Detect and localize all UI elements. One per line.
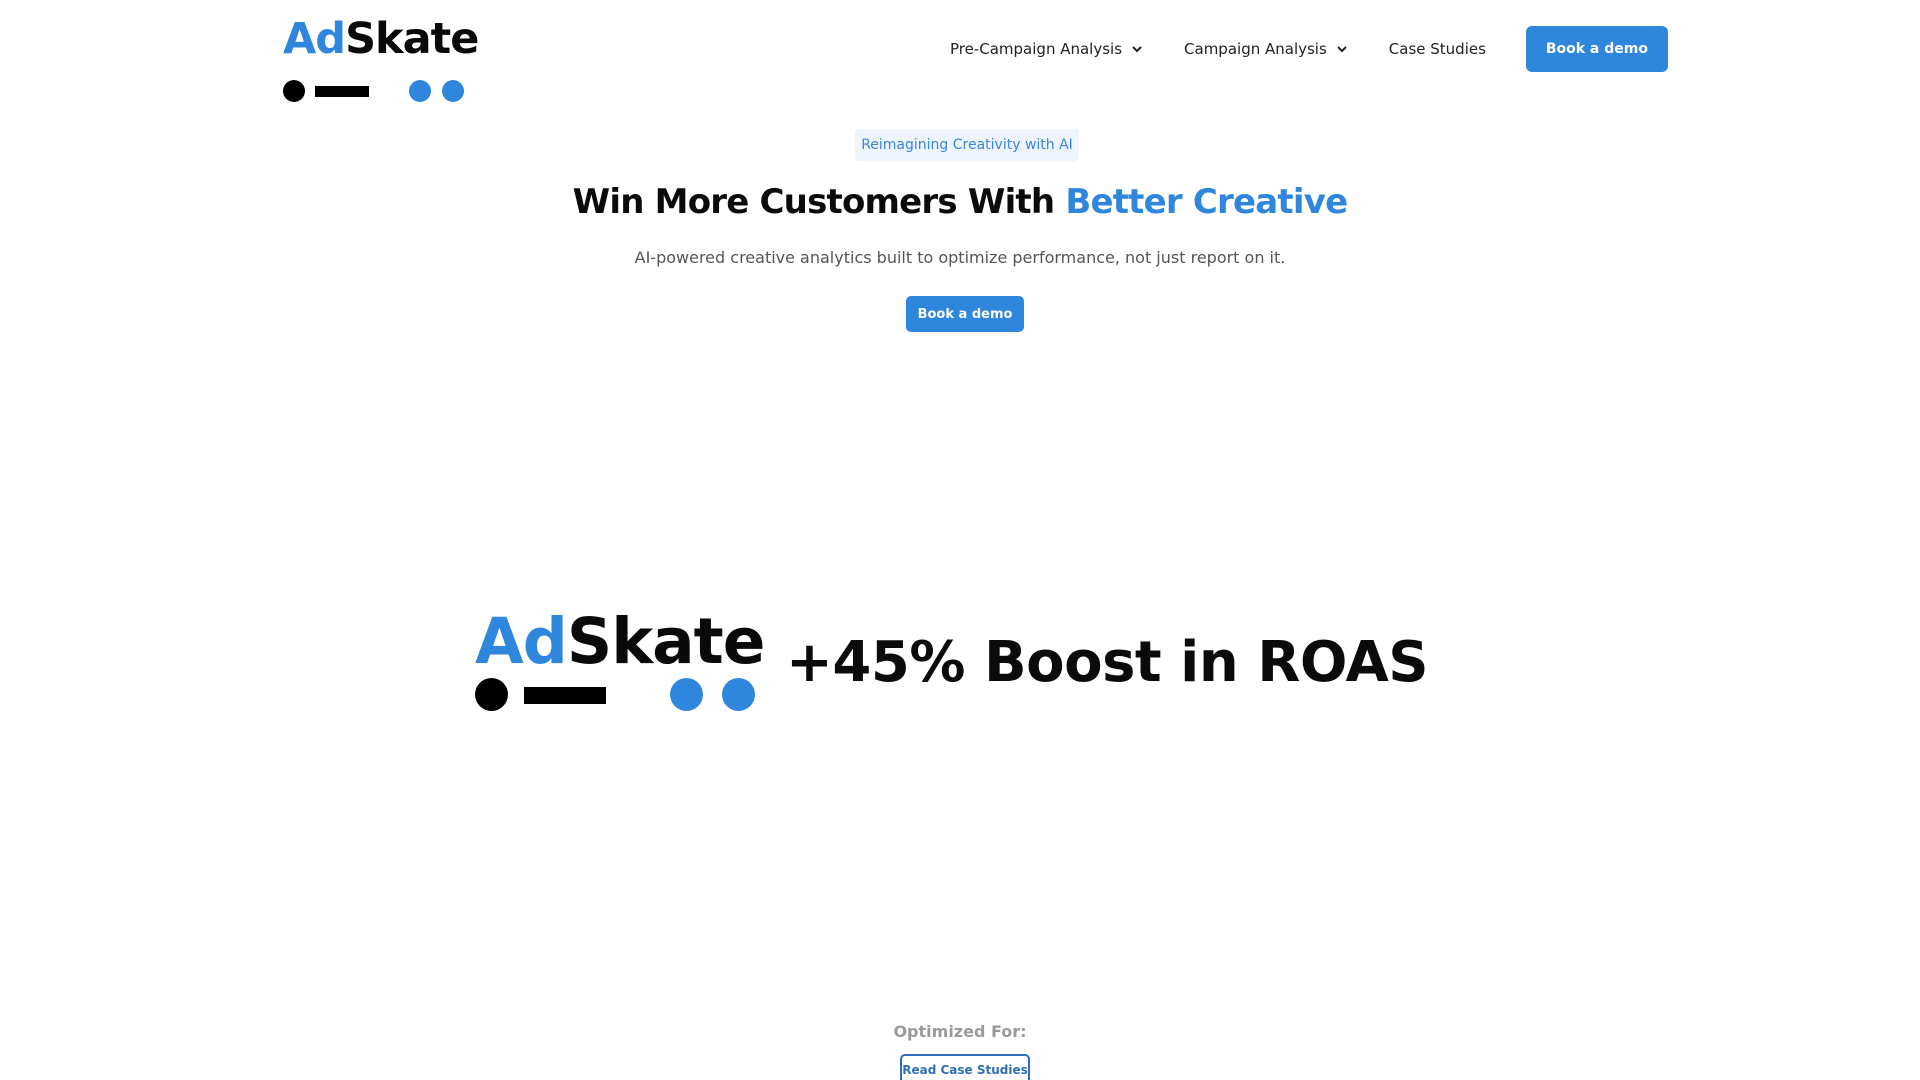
logo-wordmark: AdSkate [283,14,479,64]
logo-black-dot [283,80,305,102]
brand-logo[interactable]: AdSkate [283,18,479,102]
logo-blue-dot [409,80,431,102]
nav-item-label: Pre-Campaign Analysis [950,40,1123,58]
hero-subtitle: AI-powered creative analytics built to o… [634,248,1286,267]
headline-accent: Better Creative [1065,182,1348,222]
showcase-logo: AdSkate [475,610,765,715]
logo-bar [524,687,606,704]
nav-item-label: Campaign Analysis [1184,40,1327,58]
roas-stat: +45% Boost in ROAS [786,630,1429,695]
book-demo-button[interactable]: Book a demo [1525,26,1668,72]
logo-blue-dot [722,678,755,711]
logo-bar [315,86,369,97]
logo-black-dot [475,678,508,711]
hero-badge: Reimagining Creativity with AI [855,129,1079,161]
optimized-for-label: Optimized For: [893,1022,1027,1041]
nav-item-pre-campaign-analysis[interactable]: Pre-Campaign Analysis [950,40,1144,58]
read-case-studies-button[interactable]: Read Case Studies [900,1054,1030,1080]
chevron-down-icon [1132,46,1142,53]
chevron-down-icon [1337,46,1347,53]
main-nav: Pre-Campaign Analysis Campaign Analysis … [950,26,1668,72]
hero-book-demo-button[interactable]: Book a demo [906,296,1024,332]
page: AdSkate Pre-Campaign Analysis Campaign A… [0,0,1920,1080]
nav-item-label: Case Studies [1388,40,1486,58]
nav-item-campaign-analysis[interactable]: Campaign Analysis [1184,40,1349,58]
headline-main: Win More Customers With [572,182,1066,222]
hero-headline: Win More Customers With Better Creative [560,178,1360,226]
nav-item-case-studies[interactable]: Case Studies [1389,40,1486,58]
logo-blue-dot [442,80,464,102]
logo-blue-dot [670,678,703,711]
logo-wordmark: AdSkate [475,605,765,678]
